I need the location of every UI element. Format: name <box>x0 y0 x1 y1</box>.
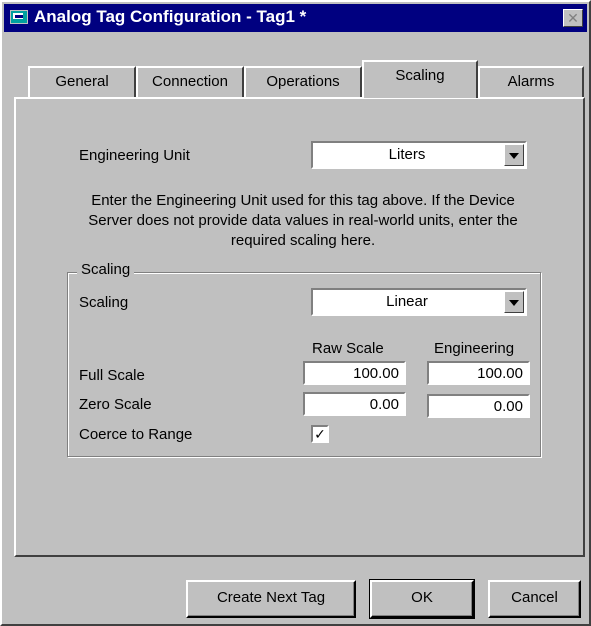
full-scale-eng-input[interactable]: 100.00 <box>427 361 530 385</box>
dropdown-arrow-icon[interactable] <box>504 144 524 166</box>
scaling-group-title: Scaling <box>77 261 135 278</box>
engineering-header: Engineering <box>434 340 515 357</box>
engineering-unit-select[interactable]: Liters <box>311 141 527 169</box>
engineering-unit-value: Liters <box>388 146 426 163</box>
checkmark-icon: ✓ <box>314 426 326 442</box>
engineering-unit-description: Enter the Engineering Unit used for this… <box>88 192 518 249</box>
panel-content: Engineering Unit Liters Enter the Engine… <box>2 2 589 624</box>
raw-scale-header: Raw Scale <box>312 340 384 357</box>
dialog-window: Analog Tag Configuration - Tag1 * ✕ Gene… <box>0 0 591 626</box>
scaling-label: Scaling <box>79 294 129 311</box>
engineering-unit-label: Engineering Unit <box>79 147 190 164</box>
dropdown-arrow-icon[interactable] <box>504 291 524 313</box>
coerce-to-range-checkbox[interactable]: ✓ <box>311 425 329 443</box>
ok-button[interactable]: OK <box>369 579 475 619</box>
scaling-select[interactable]: Linear <box>311 288 527 316</box>
cancel-button[interactable]: Cancel <box>488 580 581 618</box>
zero-scale-raw-input[interactable]: 0.00 <box>303 392 406 416</box>
zero-scale-label: Zero Scale <box>79 396 152 413</box>
full-scale-label: Full Scale <box>79 367 145 384</box>
full-scale-raw-input[interactable]: 100.00 <box>303 361 406 385</box>
create-next-tag-button[interactable]: Create Next Tag <box>186 580 356 618</box>
coerce-to-range-label: Coerce to Range <box>79 426 193 443</box>
zero-scale-eng-input[interactable]: 0.00 <box>427 394 530 418</box>
scaling-value: Linear <box>386 293 428 310</box>
